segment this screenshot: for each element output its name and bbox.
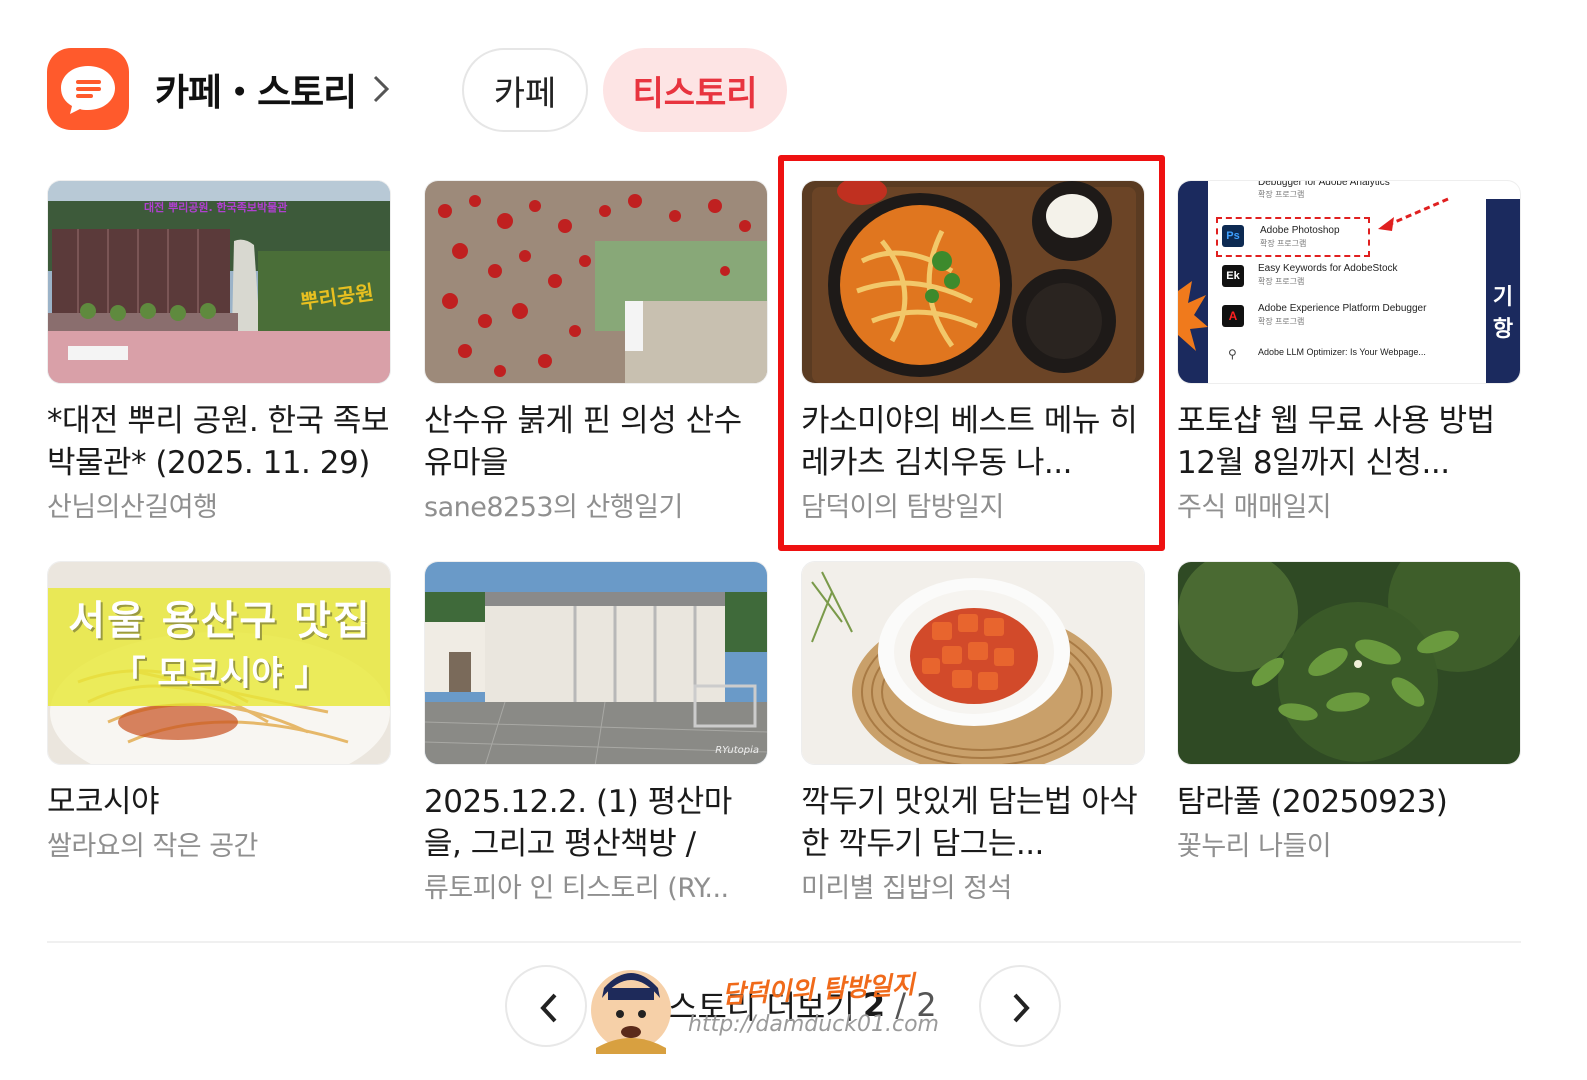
card-source: 산님의산길여행 [47, 492, 218, 523]
watermark-url: http://damduck01.com [688, 1012, 939, 1037]
thumb-subtitle-text: 「 모코시야 」 [111, 654, 329, 694]
card-title: 탐라풀 (20250923) [1177, 784, 1448, 820]
thumbnail-image [424, 180, 768, 384]
thumbnail-image [1177, 561, 1521, 765]
card-title: *대전 뿌리 공원. 한국 족보 박물관* (2025. 11. 29) [47, 403, 389, 481]
thumb-caption: 대전 뿌리공원. 한국족보박물관 [144, 201, 288, 214]
ext-name: Debugger for Adobe Analytics [1258, 180, 1390, 188]
card-title: 포토샵 웹 무료 사용 방법 12월 8일까지 신청... [1177, 403, 1495, 481]
card-source: 미리별 집밥의 정석 [801, 873, 1012, 904]
thumb-title-text: 서울 용산구 맛집 [68, 598, 372, 644]
card-source: 꽃누리 나들이 [1177, 831, 1332, 862]
card-title: 깍두기 맛있게 담는법 아삭한 깍두기 담그는... [801, 784, 1138, 862]
section-title-link[interactable]: 카페・스토리 [155, 64, 392, 114]
avatar [591, 970, 671, 1054]
thumbnail-image: RYutopia [424, 561, 768, 765]
thumb-watermark: RYutopia [715, 745, 759, 756]
ext-name: Adobe Experience Platform Debugger [1258, 303, 1427, 314]
chevron-right-icon [1013, 993, 1030, 1023]
divider [47, 941, 1521, 943]
story-card[interactable]: RYutopia 2025.12.2. (1) 평산마을, 그리고 평산책방 /… [424, 561, 768, 907]
card-title: 산수유 붉게 핀 의성 산수유마을 [424, 403, 742, 481]
section-title-text: 카페・스토리 [155, 71, 357, 114]
section-header: 카페・스토리 카페 티스토리 [47, 48, 1527, 132]
ext-sub: 확장 프로그램 [1258, 277, 1305, 286]
thumbnail-image: 대전 뿌리공원. 한국족보박물관 뿌리공원 [47, 180, 391, 384]
chevron-left-icon [540, 993, 557, 1023]
story-card[interactable]: 기 항 Debugger for Adobe Analytics 확장 프로그램… [1177, 180, 1521, 526]
ext-icon: A [1222, 305, 1244, 327]
story-card[interactable]: 대전 뿌리공원. 한국족보박물관 뿌리공원 *대전 뿌리 공원. 한국 족보 박… [47, 180, 391, 526]
thumb-side-text: 기 항 [1486, 199, 1520, 383]
story-card[interactable]: 서울 용산구 맛집 「 모코시야 」 모코시야 쌀라요의 작은 공간 [47, 561, 391, 865]
ext-sub: 확장 프로그램 [1260, 239, 1307, 248]
ext-icon: Ps [1222, 225, 1244, 247]
chat-bubble-icon [47, 48, 129, 130]
ext-icon: Ek [1222, 265, 1244, 287]
thumbnail-image [801, 561, 1145, 765]
search-icon: ⚲ [1228, 347, 1237, 361]
thumbnail-image: 서울 용산구 맛집 「 모코시야 」 [47, 561, 391, 765]
ext-sub: 확장 프로그램 [1258, 190, 1305, 199]
thumbnail-image [801, 180, 1145, 384]
card-source: 쌀라요의 작은 공간 [47, 831, 258, 862]
card-source: 담덕이의 탐방일지 [801, 492, 1004, 523]
ext-name: Easy Keywords for AdobeStock [1258, 263, 1398, 274]
story-card[interactable]: 탐라풀 (20250923) 꽃누리 나들이 [1177, 561, 1521, 865]
card-source: sane8253의 산행일기 [424, 492, 683, 523]
ext-name: Adobe LLM Optimizer: Is Your Webpage... [1258, 347, 1426, 357]
story-card[interactable]: 깍두기 맛있게 담는법 아삭한 깍두기 담그는... 미리별 집밥의 정석 [801, 561, 1145, 907]
card-source: 주식 매매일지 [1177, 492, 1332, 523]
card-title: 카소미야의 베스트 메뉴 히레카츠 김치우동 나... [801, 403, 1138, 481]
card-source: 류토피아 인 티스토리 (RY... [424, 873, 729, 904]
card-title: 2025.12.2. (1) 평산마을, 그리고 평산책방 / 202... [424, 784, 732, 862]
story-card[interactable]: 산수유 붉게 핀 의성 산수유마을 sane8253의 산행일기 [424, 180, 768, 526]
next-page-button[interactable] [979, 965, 1061, 1047]
prev-page-button[interactable] [505, 965, 587, 1047]
story-panel: 카페・스토리 카페 티스토리 대전 뿌리공원. 한국족보박물관 뿌리공원 *대전… [0, 0, 1587, 1080]
thumbnail-image: 기 항 Debugger for Adobe Analytics 확장 프로그램… [1177, 180, 1521, 384]
tab-cafe[interactable]: 카페 [462, 48, 588, 132]
story-card[interactable]: 카소미야의 베스트 메뉴 히레카츠 김치우동 나... 담덕이의 탐방일지 [801, 180, 1145, 526]
card-title: 모코시야 [47, 784, 160, 820]
ext-sub: 확장 프로그램 [1258, 317, 1305, 326]
chevron-right-icon [374, 75, 390, 103]
tab-tistory[interactable]: 티스토리 [603, 48, 787, 132]
ext-name: Adobe Photoshop [1260, 225, 1340, 236]
